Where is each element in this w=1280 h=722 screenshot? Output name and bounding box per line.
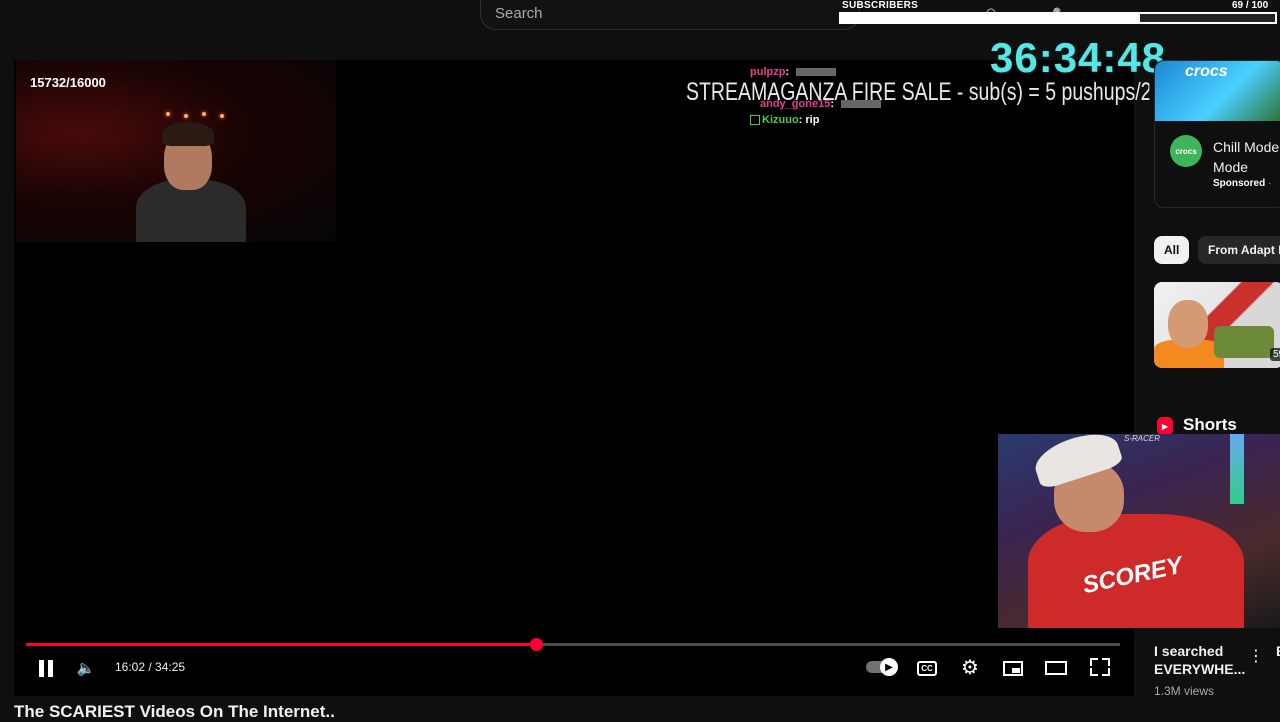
chair-brand-text: S-RACER: [1124, 434, 1161, 443]
video-title: The SCARIEST Videos On The Internet..: [14, 702, 335, 721]
cc-icon: CC: [917, 660, 937, 676]
miniplayer-icon: [1003, 660, 1023, 676]
pause-button[interactable]: [34, 656, 58, 680]
ad-banner-text: crocs: [1185, 63, 1228, 80]
time-display: 16:02 / 34:25: [115, 660, 186, 674]
subscribers-label: SUBSCRIBERS: [842, 0, 919, 11]
pause-icon: [39, 659, 44, 677]
chat-badge-icon: [750, 115, 760, 126]
play-icon: ▶: [880, 658, 898, 676]
chat-text: rip: [805, 114, 820, 126]
duration: 34:25: [155, 660, 186, 674]
theater-icon: [1045, 661, 1067, 675]
thumbnail-food: [1214, 326, 1274, 358]
streamer-hair: [162, 122, 214, 146]
progress-played: [26, 643, 536, 646]
thumbnail-face: [1168, 300, 1208, 348]
related-video-thumbnail[interactable]: 59: [1154, 282, 1280, 368]
search-input[interactable]: Search: [480, 0, 860, 30]
miniplayer-button[interactable]: [1001, 656, 1025, 680]
chat-username: pulpzp: [750, 66, 786, 78]
current-time: 16:02: [115, 660, 146, 674]
short-title[interactable]: I searched EVERYWHE...: [1154, 642, 1254, 678]
progress-bar[interactable]: [26, 638, 1120, 651]
chip-from-channel[interactable]: From Adapt I: [1198, 236, 1280, 264]
chip-all[interactable]: All: [1154, 236, 1190, 264]
progress-scrubber[interactable]: [529, 638, 543, 651]
fire-sale-ticker: STREAMAGANZA FIRE SALE - sub(s) = 5 push…: [686, 78, 1150, 106]
chat-message: pulpzp:: [750, 66, 837, 78]
volume-icon[interactable]: 🔈: [74, 656, 98, 680]
shorts-icon: ▶: [1157, 417, 1173, 435]
fullscreen-icon: [1090, 658, 1110, 676]
autoplay-toggle[interactable]: ▶: [864, 657, 898, 677]
subscribers-progress-bar: [839, 12, 1277, 24]
short-title[interactable]: E: [1276, 642, 1280, 660]
video-duration-badge: 59: [1270, 348, 1280, 361]
ad-title[interactable]: Chill Mode Mode: [1213, 137, 1280, 177]
shorts-section-title: Shorts: [1183, 415, 1237, 434]
second-webcam: SCOREY S-RACER: [998, 434, 1280, 628]
more-options-icon[interactable]: ⋮: [1248, 646, 1264, 666]
subscribers-count: 69 / 100: [1232, 0, 1269, 11]
stream-timer: 36:34:48: [990, 34, 1167, 81]
fullscreen-button[interactable]: [1088, 655, 1112, 679]
subtitles-button[interactable]: CC: [915, 657, 939, 679]
ad-logo[interactable]: crocs: [1170, 135, 1202, 167]
ad-sponsored-label: Sponsored ·: [1213, 178, 1272, 189]
goal-counter: 15732/16000: [30, 75, 106, 90]
theater-mode-button[interactable]: [1044, 656, 1068, 680]
ad-card[interactable]: crocs crocs Chill Mode Mode Sponsored ·: [1154, 60, 1280, 208]
gear-icon[interactable]: ⚙: [958, 655, 982, 679]
emote-icon: [796, 68, 837, 77]
subscribers-progress-fill: [841, 14, 1141, 22]
rgb-light: [1230, 434, 1244, 504]
short-views: 1.3M views: [1154, 684, 1215, 698]
chat-username: Kizuuo: [762, 114, 799, 126]
chat-message: Kizuuo: rip: [750, 114, 819, 126]
ad-banner[interactable]: crocs: [1155, 61, 1280, 121]
